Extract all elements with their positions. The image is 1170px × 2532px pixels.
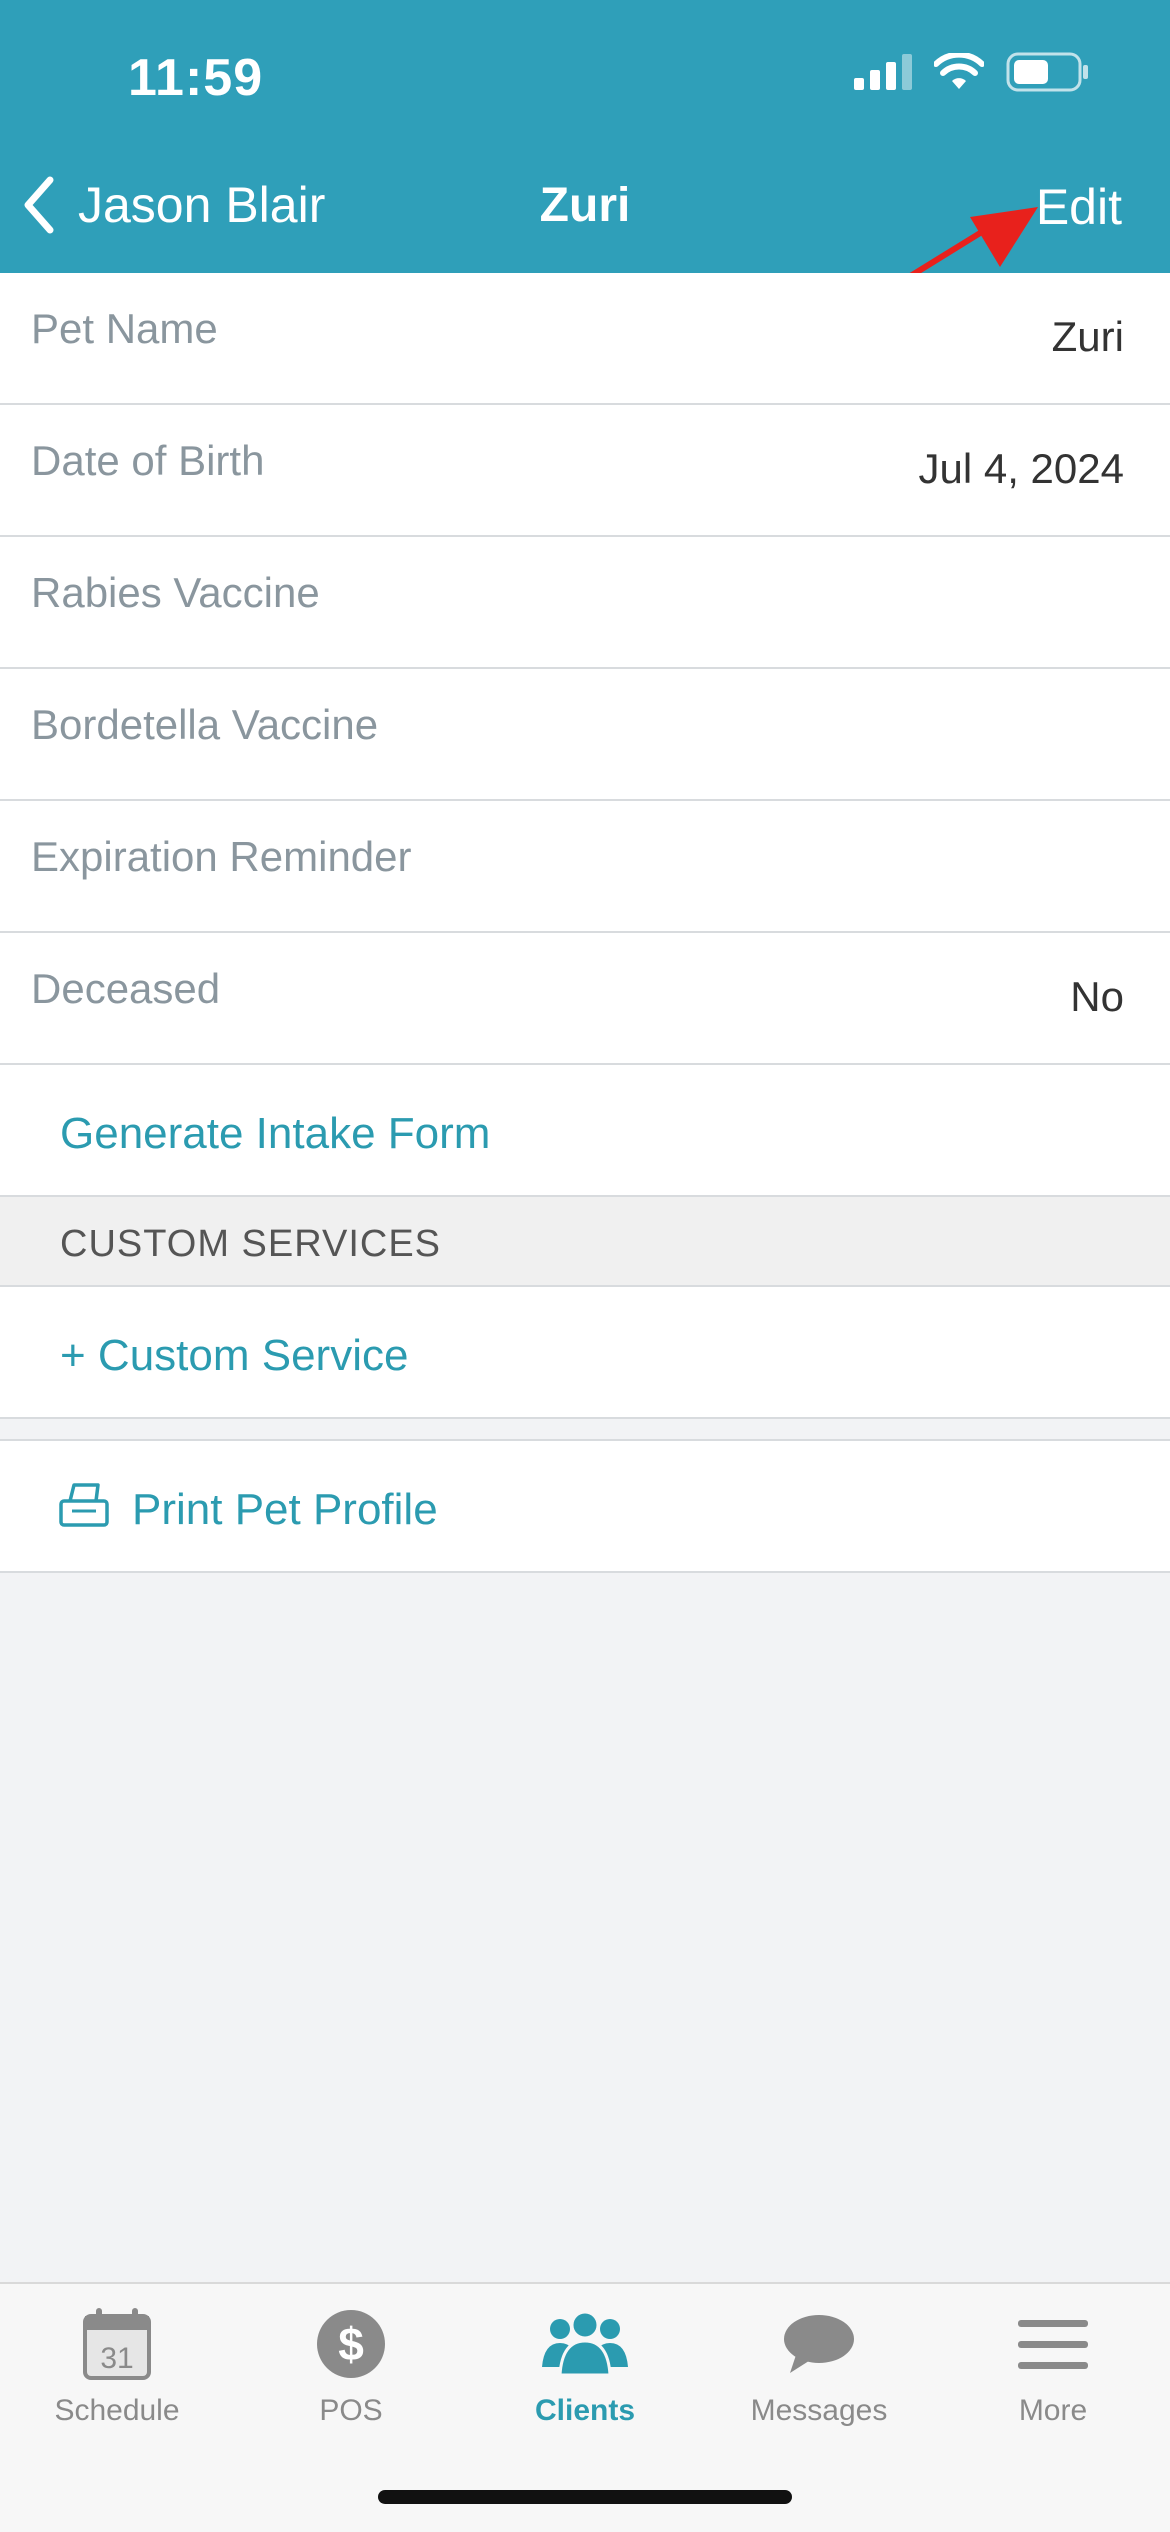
- home-indicator: [378, 2490, 792, 2504]
- dollar-icon: $: [317, 2310, 385, 2378]
- tab-clients[interactable]: Clients: [468, 2304, 702, 2428]
- calendar-day: 31: [100, 2342, 133, 2375]
- row-deceased[interactable]: Deceased No: [0, 933, 1170, 1065]
- row-label: Pet Name: [31, 305, 218, 352]
- row-label: Rabies Vaccine: [31, 569, 320, 616]
- section-spacer: [0, 1419, 1170, 1441]
- row-label: Expiration Reminder: [31, 833, 412, 880]
- row-value: Zuri: [1051, 313, 1124, 360]
- add-custom-service-button[interactable]: + Custom Service: [0, 1287, 1170, 1419]
- row-rabies-vaccine[interactable]: Rabies Vaccine: [0, 537, 1170, 669]
- row-label: Deceased: [31, 965, 221, 1012]
- generate-intake-form-button[interactable]: Generate Intake Form: [0, 1065, 1170, 1197]
- status-time: 11:59: [128, 49, 264, 107]
- add-custom-service-label: + Custom Service: [60, 1331, 409, 1380]
- row-expiration-reminder[interactable]: Expiration Reminder: [0, 801, 1170, 933]
- signal-icon: [854, 54, 912, 90]
- section-title: CUSTOM SERVICES: [60, 1223, 442, 1265]
- print-pet-profile-label: Print Pet Profile: [132, 1485, 438, 1534]
- tab-pos[interactable]: $ POS: [234, 2304, 468, 2428]
- tab-label: Schedule: [54, 2394, 180, 2427]
- row-pet-name[interactable]: Pet Name Zuri: [0, 273, 1170, 405]
- generate-intake-form-label: Generate Intake Form: [60, 1109, 491, 1158]
- row-label: Date of Birth: [31, 437, 265, 484]
- tab-label: Clients: [534, 2394, 636, 2427]
- row-value: Jul 4, 2024: [918, 445, 1125, 492]
- tab-messages[interactable]: Messages: [702, 2304, 936, 2428]
- print-pet-profile-button[interactable]: Print Pet Profile: [0, 1441, 1170, 1573]
- wifi-icon: [934, 53, 984, 89]
- tab-label: POS: [319, 2394, 383, 2427]
- row-date-of-birth[interactable]: Date of Birth Jul 4, 2024: [0, 405, 1170, 537]
- tab-schedule[interactable]: 31 Schedule: [0, 2304, 234, 2428]
- clients-icon: [542, 2311, 628, 2377]
- custom-services-header: CUSTOM SERVICES: [0, 1197, 1170, 1287]
- app-root: 11:59 Jason Blair Zuri Edit Pet Name Zur…: [0, 0, 1170, 2532]
- status-icons: [854, 52, 1090, 92]
- battery-icon: [1006, 52, 1088, 92]
- speech-bubble-icon: [784, 2315, 854, 2373]
- row-value: No: [1070, 973, 1124, 1020]
- row-bordetella-vaccine[interactable]: Bordetella Vaccine: [0, 669, 1170, 801]
- row-label: Bordetella Vaccine: [31, 701, 379, 748]
- dollar-glyph: $: [338, 2318, 364, 2370]
- printer-icon: [59, 1483, 109, 1527]
- calendar-icon: 31: [83, 2308, 151, 2380]
- pet-details-list: Pet Name Zuri Date of Birth Jul 4, 2024 …: [0, 273, 1170, 1573]
- tab-label: Messages: [750, 2394, 888, 2427]
- tab-more[interactable]: More: [936, 2304, 1170, 2428]
- tab-label: More: [1018, 2394, 1088, 2427]
- menu-icon: [1018, 2320, 1088, 2369]
